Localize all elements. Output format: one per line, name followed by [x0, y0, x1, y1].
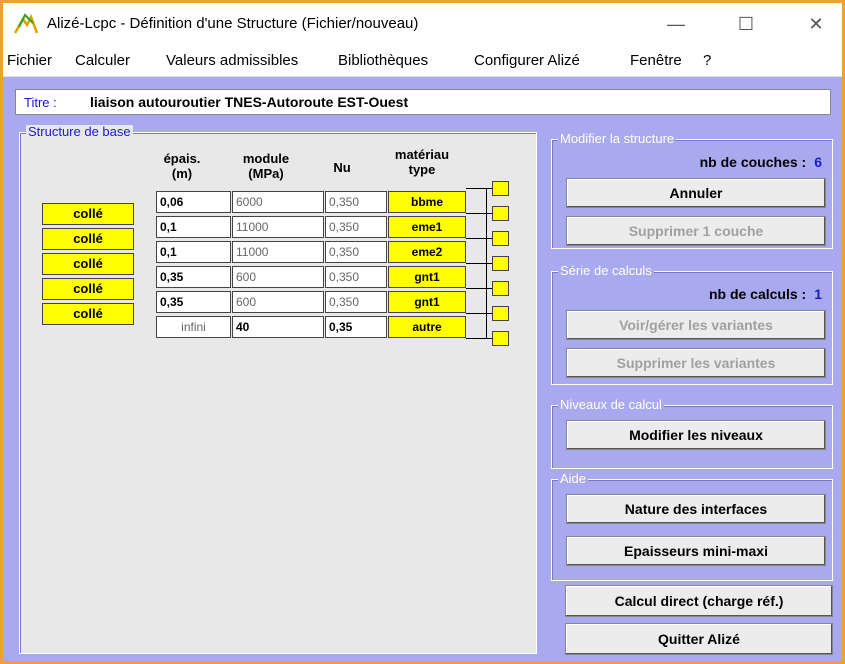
menu-fenetre[interactable]: Fenêtre: [630, 52, 682, 69]
aide-group: Aide Nature des interfaces Epaisseurs mi…: [551, 472, 833, 581]
interface-marker-3[interactable]: [492, 231, 509, 246]
modifier-niveaux-button[interactable]: Modifier les niveaux: [566, 420, 826, 450]
nu-header: Nu: [333, 160, 351, 175]
layer-5-type-cell[interactable]: gnt1: [388, 291, 466, 313]
menu-bibliotheques[interactable]: Bibliothèques: [338, 52, 428, 69]
epais-header-line1: épais.: [163, 151, 201, 166]
modifier-legend: Modifier la structure: [558, 131, 677, 146]
layer-4-module-cell[interactable]: 600: [232, 266, 324, 288]
layer-2-epais-cell[interactable]: 0,1: [156, 216, 231, 238]
layer-1-module-cell[interactable]: 6000: [232, 191, 324, 213]
layer-1-epais-cell[interactable]: 0,06: [156, 191, 231, 213]
connector-line: [466, 338, 492, 339]
interface-1-button[interactable]: collé: [42, 203, 134, 225]
layer-1-type-cell[interactable]: bbme: [388, 191, 466, 213]
interface-2-button[interactable]: collé: [42, 228, 134, 250]
layer-6-nu-cell[interactable]: 0,35: [325, 316, 387, 338]
layer-3-epais-cell[interactable]: 0,1: [156, 241, 231, 263]
layer-6-type-cell[interactable]: autre: [388, 316, 466, 338]
menu-help[interactable]: ?: [703, 52, 711, 69]
layer-4-type-cell[interactable]: gnt1: [388, 266, 466, 288]
epais-header-line2: (m): [171, 166, 193, 181]
menu-calculer[interactable]: Calculer: [75, 52, 130, 69]
interface-marker-5[interactable]: [492, 281, 509, 296]
layer-1-nu-cell[interactable]: 0,350: [325, 191, 387, 213]
layer-3-module-cell[interactable]: 11000: [232, 241, 324, 263]
menu-configurer-alize[interactable]: Configurer Alizé: [474, 52, 580, 69]
layer-5-epais-cell[interactable]: 0,35: [156, 291, 231, 313]
title-bar[interactable]: Alizé-Lcpc - Définition d'une Structure …: [3, 3, 842, 45]
connector-line: [466, 288, 492, 289]
layer-3-type-cell[interactable]: eme2: [388, 241, 466, 263]
connector-vertical-line: [486, 188, 487, 338]
layer-5-nu-cell[interactable]: 0,350: [325, 291, 387, 313]
window-title: Alizé-Lcpc - Définition d'une Structure …: [47, 15, 419, 32]
connector-line: [466, 188, 492, 189]
connector-line: [466, 238, 492, 239]
menu-bar: Fichier Calculer Valeurs admissibles Bib…: [3, 45, 842, 77]
client-area: Titre : liaison autouroutier TNES-Autoro…: [3, 77, 842, 661]
layer-2-type-cell[interactable]: eme1: [388, 216, 466, 238]
nb-couches-label: nb de couches :: [699, 154, 807, 170]
materiau-header-line2: type: [408, 162, 436, 177]
layer-2-module-cell[interactable]: 11000: [232, 216, 324, 238]
interface-3-button[interactable]: collé: [42, 253, 134, 275]
titre-value: liaison autouroutier TNES-Autoroute EST-…: [90, 94, 409, 110]
nb-calculs-label: nb de calculs :: [708, 286, 807, 302]
layer-3-nu-cell[interactable]: 0,350: [325, 241, 387, 263]
menu-valeurs-admissibles[interactable]: Valeurs admissibles: [166, 52, 298, 69]
annuler-button[interactable]: Annuler: [566, 178, 826, 208]
epais-header: épais. (m): [152, 151, 212, 181]
niveaux-legend: Niveaux de calcul: [558, 397, 664, 412]
connector-line: [466, 213, 492, 214]
aide-legend: Aide: [558, 471, 589, 486]
module-header-line1: module: [242, 151, 290, 166]
epaisseurs-mini-maxi-button[interactable]: Epaisseurs mini-maxi: [566, 536, 826, 566]
interface-5-button[interactable]: collé: [42, 303, 134, 325]
serie-legend: Série de calculs: [558, 263, 654, 278]
module-header-line2: (MPa): [248, 166, 284, 181]
interface-4-button[interactable]: collé: [42, 278, 134, 300]
nb-couches-line: nb de couches : 6: [700, 154, 822, 170]
materiau-header-line1: matériau: [394, 147, 450, 162]
materiau-header: matériau type: [382, 147, 462, 177]
nature-interfaces-button[interactable]: Nature des interfaces: [566, 494, 826, 524]
layer-6-epais-cell[interactable]: infini: [156, 316, 231, 338]
modifier-structure-group: Modifier la structure nb de couches : 6 A…: [551, 132, 833, 249]
quitter-button[interactable]: Quitter Alizé: [565, 623, 833, 655]
interface-marker-2[interactable]: [492, 206, 509, 221]
structure-legend: Structure de base: [26, 124, 133, 139]
interface-marker-6[interactable]: [492, 306, 509, 321]
connector-line: [466, 313, 492, 314]
structure-de-base-group: Structure de base épais. (m) module (MPa…: [19, 125, 537, 654]
close-button[interactable]: ✕: [793, 9, 839, 39]
voir-variantes-button[interactable]: Voir/gérer les variantes: [566, 310, 826, 340]
calcul-direct-button[interactable]: Calcul direct (charge réf.): [565, 585, 833, 617]
app-window: Alizé-Lcpc - Définition d'une Structure …: [0, 0, 845, 664]
layer-2-nu-cell[interactable]: 0,350: [325, 216, 387, 238]
niveaux-calcul-group: Niveaux de calcul Modifier les niveaux: [551, 398, 833, 469]
module-header: module (MPa): [226, 151, 306, 181]
nb-calculs-value: 1: [814, 286, 822, 302]
layer-4-nu-cell[interactable]: 0,350: [325, 266, 387, 288]
interface-marker-4[interactable]: [492, 256, 509, 271]
maximize-button[interactable]: ☐: [723, 9, 769, 39]
interface-marker-7[interactable]: [492, 331, 509, 346]
connector-line: [466, 263, 492, 264]
supprimer-couche-button[interactable]: Supprimer 1 couche: [566, 216, 826, 246]
serie-calculs-group: Série de calculs nb de calculs : 1 Voir/g…: [551, 264, 833, 385]
minimize-button[interactable]: —: [653, 9, 699, 39]
nb-calculs-line: nb de calculs : 1: [709, 286, 822, 302]
interface-marker-1[interactable]: [492, 181, 509, 196]
layer-5-module-cell[interactable]: 600: [232, 291, 324, 313]
nb-couches-value: 6: [814, 154, 822, 170]
app-logo-icon: [13, 13, 39, 34]
titre-field[interactable]: Titre : liaison autouroutier TNES-Autoro…: [15, 89, 831, 115]
layer-6-module-cell[interactable]: 40: [232, 316, 324, 338]
supprimer-variantes-button[interactable]: Supprimer les variantes: [566, 348, 826, 378]
menu-fichier[interactable]: Fichier: [7, 52, 52, 69]
titre-label: Titre :: [24, 95, 57, 110]
layer-4-epais-cell[interactable]: 0,35: [156, 266, 231, 288]
